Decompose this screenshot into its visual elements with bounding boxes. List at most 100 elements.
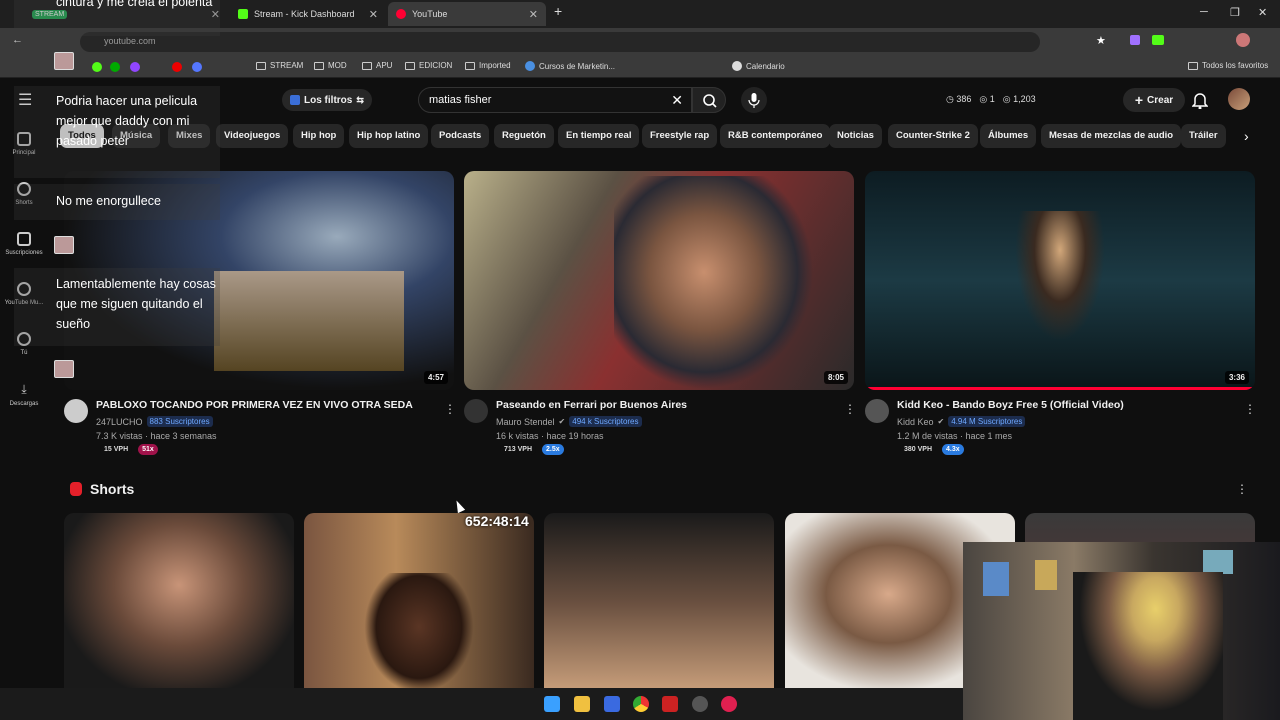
filter-chips: Todos Música Mixes Videojuegos Hip hop H…	[60, 124, 1260, 148]
video-badges: 15 VPH 51x	[100, 444, 158, 455]
chip-counter-strike[interactable]: Counter-Strike 2	[888, 124, 978, 148]
youtube-icon	[396, 9, 406, 19]
search-button[interactable]	[692, 87, 726, 113]
extension-icon[interactable]	[1130, 35, 1140, 45]
chip-regueton[interactable]: Reguetón	[494, 124, 554, 148]
file-explorer-icon[interactable]	[574, 696, 590, 712]
bookmark-label: MOD	[328, 61, 347, 70]
obs-icon[interactable]	[692, 696, 708, 712]
video-thumbnail[interactable]: 8:05	[464, 171, 854, 390]
vph-badge: 713 VPH	[500, 444, 537, 455]
app-icon[interactable]	[604, 696, 620, 712]
address-bar[interactable]: youtube.com	[80, 32, 1040, 52]
search-input[interactable]: matias fisher ✕	[418, 87, 692, 113]
chip-trailer[interactable]: Tráiler	[1181, 124, 1226, 148]
chip-albumes[interactable]: Álbumes	[980, 124, 1037, 148]
maximize-button[interactable]: ❐	[1230, 6, 1240, 19]
chip-hip-hop-latino[interactable]: Hip hop latino	[349, 124, 429, 148]
mouse-cursor	[452, 498, 466, 514]
media-player-icon[interactable]	[721, 696, 737, 712]
video-title[interactable]: PABLOXO TOCANDO POR PRIMERA VEZ EN VIVO …	[96, 399, 413, 411]
bookmark-label: Calendario	[746, 61, 785, 71]
bookmark-cursos[interactable]: Cursos de Marketin...	[525, 61, 615, 71]
channel-name[interactable]: Mauro Stendel	[496, 417, 555, 427]
short-thumbnail[interactable]	[304, 513, 534, 693]
more-options-icon[interactable]: ⋮	[444, 402, 456, 416]
chip-videojuegos[interactable]: Videojuegos	[216, 124, 289, 148]
bookmark-apu[interactable]: APU	[362, 61, 392, 70]
chat-text: cintura y me creia el polenta	[56, 0, 213, 9]
filters-button[interactable]: Los filtros ⇆	[282, 89, 372, 111]
bookmark-mod[interactable]: MOD	[314, 61, 347, 70]
vph-badge: 15 VPH	[100, 444, 133, 455]
channel-avatar[interactable]	[464, 399, 488, 423]
bookmark-label: STREAM	[270, 61, 304, 70]
video-title[interactable]: Kidd Keo - Bando Boyz Free 5 (Official V…	[897, 399, 1124, 411]
chevron-right-icon[interactable]: ›	[1244, 128, 1249, 144]
chat-message: Podria hacer una pelicula mejor que dadd…	[14, 86, 220, 178]
search-value: matias fisher	[429, 94, 492, 106]
video-thumbnail[interactable]: 3:36	[865, 171, 1255, 390]
chip-mesas[interactable]: Mesas de mezclas de audio	[1041, 124, 1182, 148]
webcam-overlay	[963, 542, 1280, 720]
channel-avatar[interactable]	[865, 399, 889, 423]
channel-avatar[interactable]	[64, 399, 88, 423]
chat-avatar	[54, 236, 74, 254]
notifications-icon[interactable]	[1192, 91, 1208, 109]
shorts-logo-icon	[70, 482, 82, 496]
more-options-icon[interactable]: ⋮	[1236, 482, 1248, 496]
new-tab-button[interactable]: +	[554, 3, 562, 19]
kick-icon	[238, 9, 248, 19]
bookmark-label: Todos los favoritos	[1202, 61, 1269, 70]
account-avatar[interactable]	[1228, 88, 1250, 110]
chip-freestyle-rap[interactable]: Freestyle rap	[642, 124, 718, 148]
chrome-icon[interactable]	[633, 696, 649, 712]
tab-label: Stream - Kick Dashboard	[254, 9, 355, 19]
star-icon[interactable]: ★	[1096, 34, 1106, 47]
video-duration: 3:36	[1224, 371, 1249, 384]
stat-eye: ◎ 1	[979, 94, 995, 104]
channel-name[interactable]: 247LUCHO	[96, 417, 143, 427]
profile-icon[interactable]	[1236, 33, 1250, 47]
video-meta: 16 k vistas · hace 19 horas	[496, 431, 604, 441]
filter-icon	[290, 95, 300, 105]
bookmark-edicion[interactable]: EDICION	[405, 61, 452, 70]
close-icon[interactable]: ✕	[529, 8, 538, 21]
bookmark-calendario[interactable]: Calendario	[732, 61, 785, 71]
more-options-icon[interactable]: ⋮	[1244, 402, 1256, 416]
subscriber-count: 4.94 M Suscriptores	[948, 416, 1026, 427]
tab-kick-dashboard[interactable]: Stream - Kick Dashboard ✕	[230, 2, 386, 26]
chat-text: Podria hacer una pelicula mejor que dadd…	[56, 94, 198, 148]
streaming-app-icon[interactable]	[662, 696, 678, 712]
voice-search-button[interactable]	[741, 87, 767, 113]
chip-rnb[interactable]: R&B contemporáneo	[720, 124, 831, 148]
windows-start-icon[interactable]	[544, 696, 560, 712]
short-thumbnail[interactable]	[544, 513, 774, 693]
artist-image	[1015, 211, 1105, 341]
close-icon[interactable]: ✕	[369, 8, 378, 21]
short-thumbnail[interactable]	[64, 513, 294, 693]
chip-podcasts[interactable]: Podcasts	[431, 124, 490, 148]
kick-extension-icon[interactable]	[1152, 35, 1164, 45]
nav-downloads[interactable]: ⤓ Descargas	[0, 382, 48, 407]
more-options-icon[interactable]: ⋮	[844, 402, 856, 416]
poster-image	[1035, 560, 1057, 590]
close-window-button[interactable]: ✕	[1258, 6, 1267, 19]
create-button[interactable]: + Crear	[1123, 88, 1185, 112]
minimize-button[interactable]: ─	[1200, 6, 1208, 18]
video-title[interactable]: Paseando en Ferrari por Buenos Aires	[496, 399, 687, 411]
chip-noticias[interactable]: Noticias	[829, 124, 882, 148]
chat-avatar	[54, 360, 74, 378]
chat-message: cintura y me creia el polenta	[14, 0, 220, 36]
channel-name[interactable]: Kidd Keo	[897, 417, 934, 427]
bookmark-imported[interactable]: Imported	[465, 61, 511, 70]
bookmark-stream[interactable]: STREAM	[256, 61, 303, 70]
bookmark-all[interactable]: Todos los favoritos	[1188, 61, 1268, 70]
chip-en-tiempo-real[interactable]: En tiempo real	[558, 124, 640, 148]
chip-hip-hop[interactable]: Hip hop	[293, 124, 345, 148]
person-image	[364, 573, 474, 693]
subscriber-count: 494 k Suscriptores	[569, 416, 642, 427]
clear-search-icon[interactable]: ✕	[671, 92, 683, 109]
tab-youtube[interactable]: YouTube ✕	[388, 2, 546, 26]
tab-label: YouTube	[412, 9, 448, 19]
